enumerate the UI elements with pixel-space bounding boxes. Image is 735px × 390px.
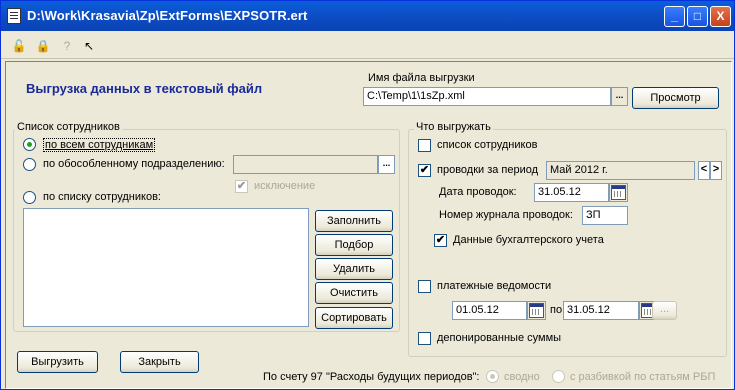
postings-label: проводки за период bbox=[437, 164, 539, 176]
title-bar[interactable]: D:\Work\Krasavia\Zp\ExtForms\EXPSOTR.ert… bbox=[1, 1, 734, 31]
radio-breakdown-label: с разбивкой по статьям РБП bbox=[570, 371, 716, 383]
payroll-extra-button[interactable]: ... bbox=[652, 301, 677, 320]
exclude-label: исключение bbox=[254, 180, 316, 192]
posting-date-calendar-button[interactable] bbox=[609, 183, 628, 202]
postings-checkbox[interactable]: ✔ bbox=[418, 164, 431, 177]
window-title: D:\Work\Krasavia\Zp\ExtForms\EXPSOTR.ert bbox=[27, 8, 308, 23]
select-button[interactable]: Подбор bbox=[315, 234, 393, 256]
file-name-label: Имя файла выгрузки bbox=[368, 72, 475, 84]
radio-employee-list-label[interactable]: по списку сотрудников: bbox=[43, 191, 161, 203]
radio-summary[interactable] bbox=[486, 370, 499, 383]
period-prev-button[interactable]: < bbox=[698, 161, 710, 180]
account-97-label: По счету 97 "Расходы будущих периодов": bbox=[263, 371, 480, 383]
radio-department-label[interactable]: по обособленному подразделению: bbox=[43, 158, 225, 170]
calendar-icon bbox=[529, 303, 544, 318]
help-icon[interactable]: ? bbox=[59, 38, 75, 54]
radio-all-employees-label[interactable]: по всем сотрудникам bbox=[43, 138, 156, 152]
form-area: Выгрузка данных в текстовый файл Имя фай… bbox=[5, 61, 732, 389]
posting-date-label: Дата проводок: bbox=[439, 186, 517, 198]
employee-list-checkbox[interactable] bbox=[418, 139, 431, 152]
close-button[interactable]: Закрыть bbox=[120, 351, 199, 373]
export-group-label: Что выгружать bbox=[414, 121, 493, 133]
payroll-label: платежные ведомости bbox=[437, 280, 552, 292]
radio-breakdown[interactable] bbox=[552, 370, 565, 383]
sort-button[interactable]: Сортировать bbox=[315, 307, 393, 329]
accounting-data-label: Данные бухгалтерского учета bbox=[453, 234, 604, 246]
period-next-button[interactable]: > bbox=[710, 161, 722, 180]
deposited-checkbox[interactable] bbox=[418, 332, 431, 345]
lock-open-icon[interactable]: 🔓 bbox=[11, 38, 27, 54]
minimize-button[interactable]: _ bbox=[664, 6, 685, 27]
accounting-data-checkbox[interactable]: ✔ bbox=[434, 234, 447, 247]
toolbar: 🔓 🔒 ? ↖ bbox=[1, 32, 734, 59]
preview-button[interactable]: Просмотр bbox=[632, 87, 719, 109]
employees-group-label: Список сотрудников bbox=[15, 121, 122, 133]
journal-number-input[interactable]: ЗП bbox=[582, 206, 628, 225]
payroll-checkbox[interactable] bbox=[418, 280, 431, 293]
department-browse-button[interactable]: ... bbox=[378, 155, 395, 174]
employee-list-box[interactable] bbox=[23, 208, 309, 327]
export-button[interactable]: Выгрузить bbox=[17, 351, 98, 373]
context-help-icon[interactable]: ↖ bbox=[81, 38, 97, 54]
radio-summary-label: сводно bbox=[504, 371, 540, 383]
calendar-icon bbox=[611, 185, 626, 200]
radio-employee-list[interactable] bbox=[23, 191, 36, 204]
clear-button[interactable]: Очистить bbox=[315, 282, 393, 304]
document-icon bbox=[7, 8, 21, 24]
payroll-to-input[interactable]: 31.05.12 bbox=[563, 301, 639, 320]
file-browse-button[interactable]: ... bbox=[611, 87, 628, 106]
fill-button[interactable]: Заполнить bbox=[315, 210, 393, 232]
page-title: Выгрузка данных в текстовый файл bbox=[26, 81, 263, 96]
lock-closed-icon[interactable]: 🔒 bbox=[35, 38, 51, 54]
maximize-button[interactable]: □ bbox=[687, 6, 708, 27]
file-name-input[interactable]: C:\Temp\1\1sZp.xml bbox=[363, 87, 611, 106]
period-field[interactable]: Май 2012 г. bbox=[546, 161, 695, 180]
dialog-window: D:\Work\Krasavia\Zp\ExtForms\EXPSOTR.ert… bbox=[0, 0, 735, 390]
posting-date-input[interactable]: 31.05.12 bbox=[534, 183, 609, 202]
close-window-button[interactable]: X bbox=[710, 6, 731, 27]
payroll-from-calendar-button[interactable] bbox=[527, 301, 546, 320]
journal-number-label: Номер журнала проводок: bbox=[439, 209, 573, 221]
to-label: по bbox=[550, 304, 563, 316]
employee-list-label: список сотрудников bbox=[437, 139, 538, 151]
delete-button[interactable]: Удалить bbox=[315, 258, 393, 280]
payroll-from-input[interactable]: 01.05.12 bbox=[452, 301, 527, 320]
exclude-checkbox[interactable]: ✔ bbox=[235, 180, 248, 193]
department-input[interactable] bbox=[233, 155, 378, 174]
radio-department[interactable] bbox=[23, 158, 36, 171]
radio-all-employees[interactable] bbox=[23, 138, 36, 151]
deposited-label: депонированные суммы bbox=[437, 332, 562, 344]
